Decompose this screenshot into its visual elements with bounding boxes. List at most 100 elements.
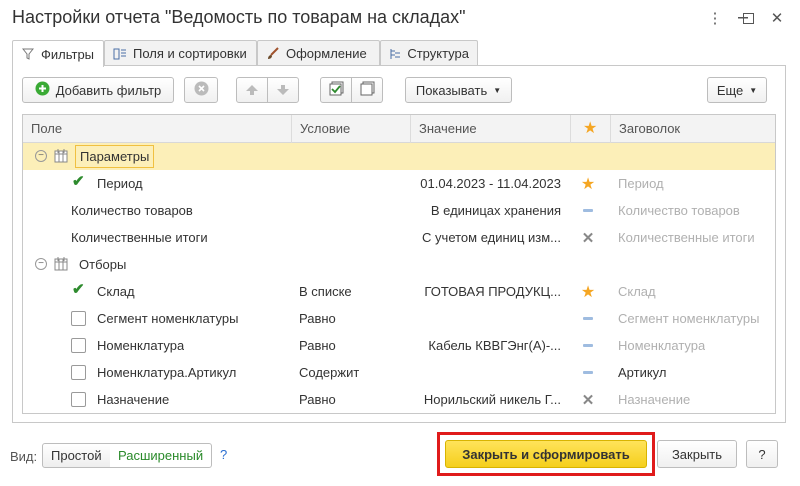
column-header-title[interactable]: Заговолок (610, 115, 775, 143)
table-row[interactable]: Количественные итоги С учетом единиц изм.… (23, 224, 775, 251)
dash-icon[interactable] (578, 332, 598, 359)
table-row[interactable]: Назначение Равно Норильский никель Г... ✕ На… (23, 386, 775, 413)
dash-icon[interactable] (578, 359, 598, 386)
tab-label: Фильтры (41, 46, 95, 62)
dash-icon[interactable] (578, 305, 598, 332)
row-checkbox[interactable] (71, 338, 86, 353)
cell-field: Номенклатура.Артикул (97, 365, 237, 380)
group-row[interactable]: − Параметры (23, 143, 775, 170)
tab-fields-sorting[interactable]: Поля и сортировки (104, 40, 257, 66)
cell-condition: Равно (299, 311, 336, 326)
cell-value[interactable]: С учетом единиц изм... (415, 224, 565, 251)
plus-circle-icon (35, 81, 50, 99)
close-button[interactable]: Закрыть (657, 440, 737, 468)
cell-condition: Равно (299, 338, 336, 353)
check-all-button[interactable] (320, 77, 352, 103)
delete-button[interactable] (184, 77, 218, 103)
move-down-button[interactable] (267, 77, 299, 103)
table-row[interactable]: Номенклатура.Артикул Содержит Артикул (23, 359, 775, 386)
tab-label: Оформление (286, 46, 367, 61)
cell-title[interactable]: Количественные итоги (618, 224, 755, 251)
view-extended-button[interactable]: Расширенный (110, 443, 213, 468)
cell-field: Период (97, 176, 143, 191)
table-row[interactable]: ✔ Склад В списке ГОТОВАЯ ПРОДУКЦ... ★ Склад (23, 278, 775, 305)
cell-value[interactable]: Кабель КВВГЭнг(А)-... (415, 332, 565, 359)
vertical-dots-icon[interactable]: ⋮ (702, 6, 728, 30)
cell-value[interactable]: 01.04.2023 - 11.04.2023 (415, 170, 565, 197)
cross-icon[interactable]: ✕ (578, 224, 598, 251)
highlight-frame (437, 432, 655, 476)
title-bar: Настройки отчета "Ведомость по товарам н… (0, 0, 800, 36)
cell-title[interactable]: Период (618, 170, 664, 197)
cell-value[interactable] (415, 359, 565, 386)
cell-title[interactable]: Назначение (618, 386, 690, 413)
parameters-icon (53, 148, 69, 164)
delete-icon (194, 81, 209, 99)
row-checkbox[interactable] (71, 392, 86, 407)
bottom-bar: Вид: Простой Расширенный ? Закрыть и сфо… (0, 432, 800, 486)
more-button[interactable]: Еще ▼ (707, 77, 767, 103)
caret-down-icon: ▼ (749, 85, 758, 95)
cell-field: Количество товаров (71, 203, 193, 218)
tab-filters[interactable]: Фильтры (12, 40, 104, 67)
cell-field: Назначение (97, 392, 170, 407)
column-header-value[interactable]: Значение (410, 115, 570, 143)
cell-value[interactable] (415, 305, 565, 332)
star-icon[interactable]: ★ (570, 115, 610, 143)
filters-group-icon (53, 256, 69, 272)
move-up-button[interactable] (236, 77, 268, 103)
row-checkbox[interactable] (71, 365, 86, 380)
help-button[interactable]: ? (746, 440, 778, 468)
cell-value[interactable]: В единицах хранения (415, 197, 565, 224)
row-checkbox[interactable]: ✔ (71, 281, 86, 299)
help-link[interactable]: ? (220, 447, 227, 462)
view-label: Вид: (10, 449, 38, 464)
cell-condition: Равно (299, 392, 336, 407)
table-row[interactable]: ✔ Период 01.04.2023 - 11.04.2023 ★ Период (23, 170, 775, 197)
table-row[interactable]: Количество товаров В единицах хранения Кол… (23, 197, 775, 224)
filter-icon (21, 47, 35, 61)
tab-structure[interactable]: Структура (380, 40, 478, 66)
cell-title[interactable]: Номенклатура (618, 332, 705, 359)
group-label: Параметры (75, 145, 155, 168)
arrow-up-icon (246, 83, 258, 98)
view-simple-button[interactable]: Простой (42, 443, 111, 468)
cross-icon[interactable]: ✕ (578, 386, 598, 413)
cell-title[interactable]: Склад (618, 278, 656, 305)
close-icon[interactable]: ✕ (764, 6, 790, 30)
checkmark-icon: ✔ (72, 281, 85, 298)
grid-header: Поле Условие Значение ★ Заговолок (23, 115, 775, 143)
cell-field: Сегмент номенклатуры (97, 311, 239, 326)
cell-title[interactable]: Количество товаров (618, 197, 740, 224)
row-checkbox[interactable] (71, 311, 86, 326)
star-icon[interactable]: ★ (578, 278, 598, 305)
tab-appearance[interactable]: Оформление (257, 40, 380, 66)
arrow-down-icon (277, 83, 289, 98)
tab-label: Поля и сортировки (133, 46, 247, 61)
add-filter-button[interactable]: Добавить фильтр (22, 77, 174, 103)
dash-icon[interactable] (578, 197, 598, 224)
table-row[interactable]: Номенклатура Равно Кабель КВВГЭнг(А)-... Но… (23, 332, 775, 359)
cell-title[interactable]: Артикул (618, 359, 666, 386)
collapse-icon[interactable]: − (35, 150, 47, 162)
uncheck-all-icon (360, 81, 375, 99)
uncheck-all-button[interactable] (351, 77, 383, 103)
star-icon[interactable]: ★ (578, 170, 598, 197)
column-header-condition[interactable]: Условие (291, 115, 410, 143)
cell-value[interactable]: Норильский никель Г... (415, 386, 565, 413)
column-header-field[interactable]: Поле (23, 115, 291, 143)
table-row[interactable]: Сегмент номенклатуры Равно Сегмент номенкл… (23, 305, 775, 332)
brush-icon (266, 46, 280, 61)
cell-field: Склад (97, 284, 135, 299)
cell-title[interactable]: Сегмент номенклатуры (618, 305, 759, 332)
checkmark-icon: ✔ (72, 173, 85, 190)
cell-value[interactable]: ГОТОВАЯ ПРОДУКЦ... (415, 278, 565, 305)
maximize-icon[interactable] (735, 6, 761, 30)
show-dropdown-button[interactable]: Показывать ▼ (405, 77, 512, 103)
fields-icon (113, 47, 127, 61)
row-checkbox[interactable]: ✔ (71, 173, 86, 191)
cell-field: Номенклатура (97, 338, 185, 353)
collapse-icon[interactable]: − (35, 258, 47, 270)
cell-condition: В списке (299, 284, 352, 299)
group-row[interactable]: − Отборы (23, 251, 775, 278)
